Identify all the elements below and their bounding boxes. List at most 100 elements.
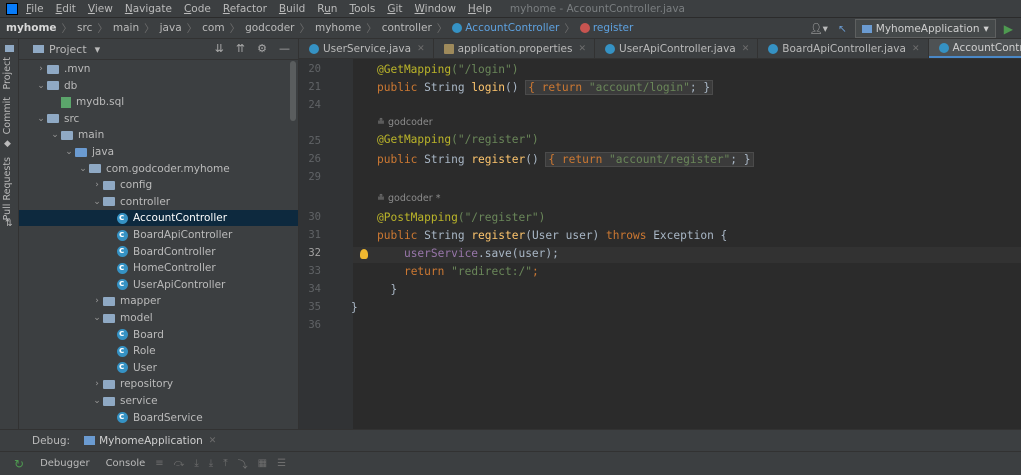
tree-node[interactable]: ⌄ model <box>91 310 152 326</box>
editor-tab[interactable]: UserApiController.java ✕ <box>595 39 759 58</box>
editor-tab[interactable]: BoardApiController.java ✕ <box>758 39 929 58</box>
chevron-right-icon[interactable]: › <box>91 177 103 193</box>
close-icon[interactable]: ✕ <box>209 436 217 446</box>
step-into-icon[interactable]: ⤓ <box>194 458 198 469</box>
project-view-select[interactable]: Project <box>49 43 87 56</box>
editor-tab[interactable]: application.properties ✕ <box>434 39 596 58</box>
project-scrollbar[interactable] <box>290 61 296 121</box>
menu-item[interactable]: Navigate <box>125 3 172 15</box>
tree-node[interactable]: › repository <box>91 376 173 392</box>
breadcrumb-src[interactable]: src <box>77 22 92 34</box>
tree-node[interactable]: ⌄ main <box>49 127 104 143</box>
chevron-right-icon[interactable]: › <box>35 61 47 77</box>
close-icon[interactable]: ✕ <box>742 44 750 54</box>
tree-node[interactable]: UserApiController <box>105 276 225 293</box>
tree-node[interactable]: ⌄ java <box>63 144 114 160</box>
pull-requests-tool-button[interactable]: Pull Requests <box>2 157 13 220</box>
rerun-icon[interactable]: ↻ <box>14 457 24 471</box>
hide-icon[interactable]: — <box>279 42 290 55</box>
breadcrumb-godcoder[interactable]: godcoder <box>245 22 294 34</box>
tree-node[interactable]: ⌄ controller <box>91 194 170 210</box>
expand-all-icon[interactable]: ⇊ <box>215 42 224 55</box>
menu-item[interactable]: Refactor <box>223 3 267 15</box>
menu-icon[interactable]: ≡ <box>155 458 163 469</box>
collapse-all-icon[interactable]: ⇈ <box>236 42 245 55</box>
breadcrumb-myhome[interactable]: myhome <box>315 22 361 34</box>
tree-node[interactable]: Board <box>105 326 164 343</box>
run-config-select[interactable]: MyhomeApplication ▾ <box>854 19 996 38</box>
breadcrumb-controller[interactable]: controller <box>382 22 432 34</box>
menu-item[interactable]: Help <box>468 3 492 15</box>
menu-item[interactable]: File <box>26 3 44 15</box>
tree-node[interactable]: › .mvn <box>35 61 90 77</box>
evaluate-icon[interactable]: ☰ <box>277 458 286 469</box>
menu-item[interactable]: Edit <box>56 3 76 15</box>
tree-node[interactable]: User <box>105 359 157 376</box>
menu-item[interactable]: Window <box>415 3 456 15</box>
chevron-right-icon[interactable]: › <box>91 376 103 392</box>
project-panel: Project ▾ ⇊ ⇈ ⚙ — › .mvn ⌄ db mydb.sql ⌄ src ⌄ m… <box>19 39 299 429</box>
step-over-icon[interactable]: ⤼ <box>174 458 185 469</box>
tree-node-label: mydb.sql <box>76 96 125 109</box>
tree-node[interactable]: ⌄ com.godcoder.myhome <box>77 161 230 177</box>
menu-item[interactable]: Tools <box>349 3 375 15</box>
table-icon[interactable]: ▦ <box>258 458 267 469</box>
gear-icon[interactable]: ⚙ <box>257 42 267 55</box>
tree-node[interactable]: Role <box>105 343 156 359</box>
chevron-down-icon[interactable]: ⌄ <box>77 161 89 177</box>
chevron-down-icon[interactable]: ▾ <box>95 43 101 56</box>
tree-node[interactable]: mydb.sql <box>49 94 124 110</box>
tree-node[interactable]: BoardService <box>105 409 203 426</box>
run-icon[interactable]: ▶ <box>1004 22 1013 36</box>
folded-code-region[interactable]: { return "account/register"; } <box>545 152 754 167</box>
tree-node[interactable]: BoardApiController <box>105 227 232 243</box>
menu-item[interactable]: Git <box>387 3 402 15</box>
tree-node[interactable]: ⌄ service <box>91 393 158 409</box>
close-icon[interactable]: ✕ <box>578 44 586 54</box>
chevron-down-icon[interactable]: ⌄ <box>91 393 103 409</box>
back-arrow-icon[interactable]: ↖ <box>838 23 847 35</box>
code-editor[interactable]: 20 21 24 25 26 29 30 31 32 33 34 35 36 @GetMapping("… <box>299 59 1021 429</box>
run-to-cursor-icon[interactable]: ⤵ <box>238 456 248 471</box>
menu-item[interactable]: Run <box>317 3 337 15</box>
close-icon[interactable]: ✕ <box>912 44 920 54</box>
tree-node[interactable]: AccountController <box>19 210 298 227</box>
force-step-into-icon[interactable]: ⤓ <box>209 458 213 469</box>
step-out-icon[interactable]: ⤒ <box>223 458 227 469</box>
chevron-right-icon[interactable]: › <box>91 293 103 309</box>
debugger-tab[interactable]: Debugger <box>40 458 90 469</box>
chevron-down-icon[interactable]: ⌄ <box>91 310 103 326</box>
tree-node-label: service <box>120 395 158 407</box>
lightbulb-icon[interactable] <box>360 249 368 259</box>
breadcrumb-class[interactable]: AccountController <box>465 22 559 34</box>
breadcrumb-main[interactable]: main <box>113 22 139 34</box>
chevron-down-icon[interactable]: ⌄ <box>49 127 61 143</box>
editor-tab[interactable]: UserService.java ✕ <box>299 39 434 58</box>
tree-node[interactable]: › mapper <box>91 293 161 309</box>
user-icon[interactable]: 👤︎▾ <box>809 22 828 35</box>
breadcrumb-project[interactable]: myhome <box>6 22 57 34</box>
debug-session-tab[interactable]: MyhomeApplication ✕ <box>84 435 216 447</box>
tree-node[interactable]: ⌄ src <box>35 111 79 127</box>
tree-node[interactable]: BoardController <box>105 243 216 260</box>
console-tab[interactable]: Console <box>106 458 146 469</box>
chevron-down-icon[interactable]: ⌄ <box>91 194 103 210</box>
code-line-30: @PostMapping("/register") <box>377 211 546 224</box>
chevron-down-icon[interactable]: ⌄ <box>63 144 75 160</box>
folded-code-region[interactable]: { return "account/login"; } <box>525 80 714 95</box>
breadcrumb-com[interactable]: com <box>202 22 224 34</box>
chevron-down-icon[interactable]: ⌄ <box>35 78 47 94</box>
breadcrumb-method[interactable]: register <box>593 22 634 34</box>
menu-item[interactable]: Code <box>184 3 211 15</box>
project-tool-button[interactable]: Project <box>2 57 13 90</box>
tree-node[interactable]: HomeController <box>105 260 216 276</box>
commit-tool-button[interactable]: Commit <box>2 97 13 134</box>
tree-node[interactable]: ⌄ db <box>35 78 77 94</box>
tree-node[interactable]: › config <box>91 177 152 193</box>
menu-item[interactable]: Build <box>279 3 305 15</box>
close-icon[interactable]: ✕ <box>417 44 425 54</box>
editor-tab[interactable]: AccountController.java✕ <box>928 39 1021 58</box>
breadcrumb-java[interactable]: java <box>160 22 182 34</box>
menu-item[interactable]: View <box>88 3 113 15</box>
chevron-down-icon[interactable]: ⌄ <box>35 111 47 127</box>
